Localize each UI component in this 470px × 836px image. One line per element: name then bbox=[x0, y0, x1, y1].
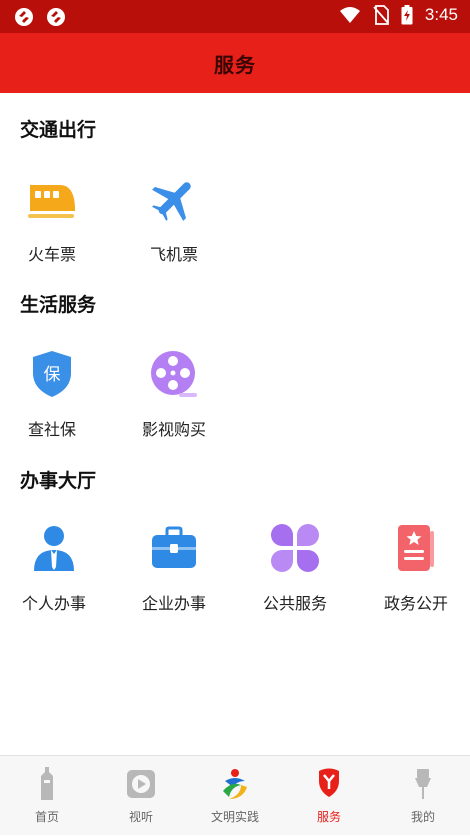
service-train-ticket[interactable]: 火车票 bbox=[0, 171, 107, 271]
tab-label: 视听 bbox=[128, 810, 153, 824]
play-icon bbox=[127, 770, 155, 798]
tab-label: 文明实践 bbox=[210, 810, 259, 824]
clock: 3:45 bbox=[424, 5, 458, 24]
service-personal-affairs[interactable]: 个人办事 bbox=[0, 520, 109, 620]
profile-icon bbox=[415, 769, 431, 799]
service-label: 企业办事 bbox=[141, 594, 206, 613]
tab-label: 服务 bbox=[316, 810, 341, 824]
person-icon bbox=[34, 526, 74, 571]
film-reel-icon bbox=[151, 351, 197, 397]
airplane-icon bbox=[152, 182, 191, 221]
wifi-icon bbox=[339, 7, 360, 23]
section-title-life: 生活服务 bbox=[20, 294, 97, 316]
service-social-insurance[interactable]: 保 查社保 bbox=[0, 346, 107, 446]
svg-text:保: 保 bbox=[44, 365, 61, 385]
notification-icon bbox=[47, 8, 65, 26]
service-label: 公共服务 bbox=[262, 594, 327, 613]
service-government-affairs[interactable]: 政务公开 bbox=[361, 520, 470, 620]
service-public-services[interactable]: 公共服务 bbox=[240, 520, 350, 620]
tab-profile[interactable]: 我的 bbox=[376, 756, 470, 836]
status-bar: 3:45 bbox=[0, 0, 470, 33]
service-icon bbox=[319, 768, 339, 797]
notification-icon bbox=[15, 8, 33, 26]
tab-home[interactable]: 首页 bbox=[0, 756, 94, 836]
bottom-tab-bar: 首页 视听 文明实践 服务 我的 bbox=[0, 755, 470, 835]
tab-media[interactable]: 视听 bbox=[94, 756, 188, 836]
service-label: 飞机票 bbox=[149, 245, 198, 264]
tab-label: 首页 bbox=[34, 810, 59, 824]
service-label: 影视购买 bbox=[141, 420, 206, 439]
service-label: 政务公开 bbox=[383, 594, 448, 613]
service-label: 个人办事 bbox=[21, 594, 86, 613]
battery-charging-icon bbox=[401, 5, 413, 25]
clover-icon bbox=[271, 524, 319, 572]
service-film-purchase[interactable]: 影视购买 bbox=[119, 346, 229, 446]
home-tower-icon bbox=[41, 767, 53, 800]
page-title: 服务 bbox=[214, 52, 256, 77]
no-sim-icon bbox=[373, 5, 389, 25]
service-enterprise-affairs[interactable]: 企业办事 bbox=[119, 520, 229, 620]
section-title-office: 办事大厅 bbox=[20, 470, 97, 492]
briefcase-icon bbox=[152, 526, 196, 568]
services-content: 交通出行 火车票 飞机票 生活服务 保 查社保 影视购买 办事大厅 个人办事 企… bbox=[0, 93, 470, 755]
civilization-logo-icon bbox=[223, 769, 247, 799]
tab-label: 我的 bbox=[410, 810, 435, 824]
social-insurance-shield-icon: 保 bbox=[33, 351, 71, 397]
section-title-transport: 交通出行 bbox=[20, 119, 97, 141]
tab-civilization-practice[interactable]: 文明实践 bbox=[188, 756, 282, 836]
service-label: 火车票 bbox=[27, 245, 76, 264]
app-header: 服务 bbox=[0, 33, 470, 93]
tab-services[interactable]: 服务 bbox=[282, 756, 376, 836]
document-star-icon bbox=[398, 525, 434, 571]
service-air-ticket[interactable]: 飞机票 bbox=[119, 171, 229, 271]
service-label: 查社保 bbox=[27, 420, 76, 439]
train-icon bbox=[28, 185, 75, 218]
